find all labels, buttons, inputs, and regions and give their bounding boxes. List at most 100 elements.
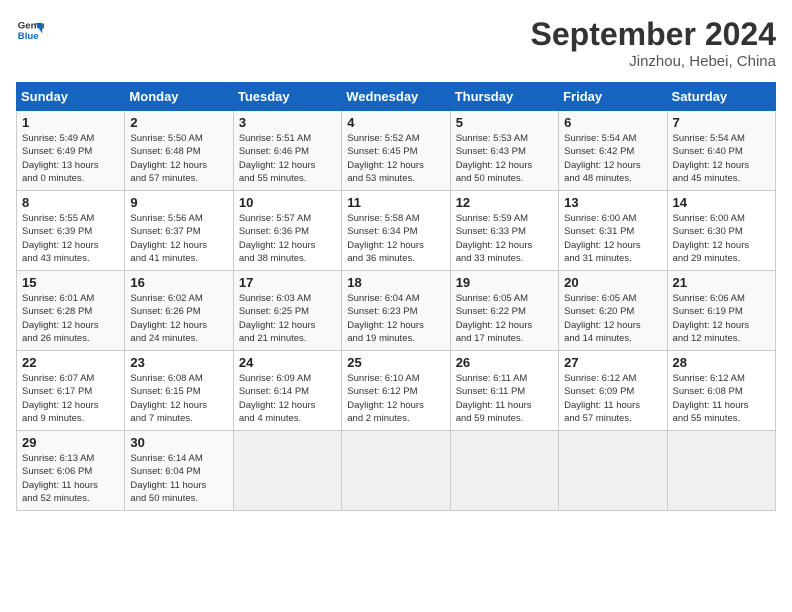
- calendar-cell: 8 Sunrise: 5:55 AM Sunset: 6:39 PM Daylig…: [17, 191, 125, 271]
- day-number: 5: [456, 115, 553, 130]
- day-info: Sunrise: 6:05 AM Sunset: 6:20 PM Dayligh…: [564, 292, 661, 345]
- calendar-body: 1 Sunrise: 5:49 AM Sunset: 6:49 PM Daylig…: [17, 111, 776, 511]
- day-number: 14: [673, 195, 770, 210]
- day-number: 19: [456, 275, 553, 290]
- calendar-cell: 22Sunrise: 6:07 AM Sunset: 6:17 PM Dayli…: [17, 351, 125, 431]
- day-number: 22: [22, 355, 119, 370]
- calendar-cell: 24 Sunrise: 6:09 AM Sunset: 6:14 PM Dayli…: [233, 351, 341, 431]
- day-number: 12: [456, 195, 553, 210]
- day-info: Sunrise: 6:12 AM Sunset: 6:09 PM Dayligh…: [564, 372, 661, 425]
- day-info: Sunrise: 6:00 AM Sunset: 6:30 PM Dayligh…: [673, 212, 770, 265]
- day-info: Sunrise: 6:02 AM Sunset: 6:26 PM Dayligh…: [130, 292, 227, 345]
- day-number: 24: [239, 355, 336, 370]
- day-number: 25: [347, 355, 444, 370]
- day-number: 7: [673, 115, 770, 130]
- calendar-cell: 27 Sunrise: 6:12 AM Sunset: 6:09 PM Dayli…: [559, 351, 667, 431]
- location-title: Jinzhou, Hebei, China: [531, 53, 776, 70]
- day-info: Sunrise: 5:49 AM Sunset: 6:49 PM Dayligh…: [22, 132, 119, 185]
- day-number: 29: [22, 435, 119, 450]
- day-number: 23: [130, 355, 227, 370]
- calendar-cell: [233, 431, 341, 511]
- day-number: 20: [564, 275, 661, 290]
- day-info: Sunrise: 5:58 AM Sunset: 6:34 PM Dayligh…: [347, 212, 444, 265]
- calendar-cell: 28 Sunrise: 6:12 AM Sunset: 6:08 PM Dayli…: [667, 351, 775, 431]
- day-number: 9: [130, 195, 227, 210]
- day-number: 6: [564, 115, 661, 130]
- week-row-4: 22Sunrise: 6:07 AM Sunset: 6:17 PM Dayli…: [17, 351, 776, 431]
- calendar-cell: [342, 431, 450, 511]
- calendar-cell: 10Sunrise: 5:57 AM Sunset: 6:36 PM Dayli…: [233, 191, 341, 271]
- week-row-2: 8 Sunrise: 5:55 AM Sunset: 6:39 PM Daylig…: [17, 191, 776, 271]
- calendar-cell: 4 Sunrise: 5:52 AM Sunset: 6:45 PM Daylig…: [342, 111, 450, 191]
- day-info: Sunrise: 6:08 AM Sunset: 6:15 PM Dayligh…: [130, 372, 227, 425]
- day-info: Sunrise: 6:03 AM Sunset: 6:25 PM Dayligh…: [239, 292, 336, 345]
- day-info: Sunrise: 5:54 AM Sunset: 6:42 PM Dayligh…: [564, 132, 661, 185]
- day-number: 28: [673, 355, 770, 370]
- calendar-cell: 18Sunrise: 6:04 AM Sunset: 6:23 PM Dayli…: [342, 271, 450, 351]
- day-info: Sunrise: 5:56 AM Sunset: 6:37 PM Dayligh…: [130, 212, 227, 265]
- day-number: 27: [564, 355, 661, 370]
- calendar-cell: [450, 431, 558, 511]
- day-number: 18: [347, 275, 444, 290]
- month-title: September 2024: [531, 16, 776, 53]
- day-number: 1: [22, 115, 119, 130]
- svg-text:Blue: Blue: [18, 31, 39, 42]
- day-info: Sunrise: 6:11 AM Sunset: 6:11 PM Dayligh…: [456, 372, 553, 425]
- calendar-cell: 14 Sunrise: 6:00 AM Sunset: 6:30 PM Dayli…: [667, 191, 775, 271]
- calendar-cell: 29Sunrise: 6:13 AM Sunset: 6:06 PM Dayli…: [17, 431, 125, 511]
- calendar-cell: 7 Sunrise: 5:54 AM Sunset: 6:40 PM Daylig…: [667, 111, 775, 191]
- calendar-cell: 19 Sunrise: 6:05 AM Sunset: 6:22 PM Dayli…: [450, 271, 558, 351]
- calendar-cell: 5 Sunrise: 5:53 AM Sunset: 6:43 PM Daylig…: [450, 111, 558, 191]
- logo-icon: General Blue: [16, 16, 44, 44]
- day-info: Sunrise: 6:12 AM Sunset: 6:08 PM Dayligh…: [673, 372, 770, 425]
- day-info: Sunrise: 5:52 AM Sunset: 6:45 PM Dayligh…: [347, 132, 444, 185]
- week-row-5: 29Sunrise: 6:13 AM Sunset: 6:06 PM Dayli…: [17, 431, 776, 511]
- day-info: Sunrise: 6:09 AM Sunset: 6:14 PM Dayligh…: [239, 372, 336, 425]
- day-info: Sunrise: 5:55 AM Sunset: 6:39 PM Dayligh…: [22, 212, 119, 265]
- day-info: Sunrise: 5:50 AM Sunset: 6:48 PM Dayligh…: [130, 132, 227, 185]
- calendar-cell: [667, 431, 775, 511]
- calendar-cell: 11 Sunrise: 5:58 AM Sunset: 6:34 PM Dayli…: [342, 191, 450, 271]
- day-info: Sunrise: 6:06 AM Sunset: 6:19 PM Dayligh…: [673, 292, 770, 345]
- day-info: Sunrise: 6:00 AM Sunset: 6:31 PM Dayligh…: [564, 212, 661, 265]
- week-row-1: 1 Sunrise: 5:49 AM Sunset: 6:49 PM Daylig…: [17, 111, 776, 191]
- calendar-cell: 20 Sunrise: 6:05 AM Sunset: 6:20 PM Dayli…: [559, 271, 667, 351]
- weekday-header-friday: Friday: [559, 83, 667, 111]
- calendar-cell: 12Sunrise: 5:59 AM Sunset: 6:33 PM Dayli…: [450, 191, 558, 271]
- calendar-cell: 3 Sunrise: 5:51 AM Sunset: 6:46 PM Daylig…: [233, 111, 341, 191]
- weekday-header-tuesday: Tuesday: [233, 83, 341, 111]
- calendar-cell: 21Sunrise: 6:06 AM Sunset: 6:19 PM Dayli…: [667, 271, 775, 351]
- day-number: 2: [130, 115, 227, 130]
- calendar-cell: 17Sunrise: 6:03 AM Sunset: 6:25 PM Dayli…: [233, 271, 341, 351]
- calendar-cell: 9 Sunrise: 5:56 AM Sunset: 6:37 PM Daylig…: [125, 191, 233, 271]
- day-number: 4: [347, 115, 444, 130]
- day-info: Sunrise: 5:54 AM Sunset: 6:40 PM Dayligh…: [673, 132, 770, 185]
- calendar-cell: 13 Sunrise: 6:00 AM Sunset: 6:31 PM Dayli…: [559, 191, 667, 271]
- weekday-header-saturday: Saturday: [667, 83, 775, 111]
- weekday-header-row: SundayMondayTuesdayWednesdayThursdayFrid…: [17, 83, 776, 111]
- calendar-cell: 1 Sunrise: 5:49 AM Sunset: 6:49 PM Daylig…: [17, 111, 125, 191]
- day-info: Sunrise: 6:01 AM Sunset: 6:28 PM Dayligh…: [22, 292, 119, 345]
- calendar-cell: 2 Sunrise: 5:50 AM Sunset: 6:48 PM Daylig…: [125, 111, 233, 191]
- day-number: 8: [22, 195, 119, 210]
- day-info: Sunrise: 6:05 AM Sunset: 6:22 PM Dayligh…: [456, 292, 553, 345]
- day-number: 16: [130, 275, 227, 290]
- day-info: Sunrise: 5:51 AM Sunset: 6:46 PM Dayligh…: [239, 132, 336, 185]
- weekday-header-monday: Monday: [125, 83, 233, 111]
- day-info: Sunrise: 6:10 AM Sunset: 6:12 PM Dayligh…: [347, 372, 444, 425]
- page-header: General Blue September 2024 Jinzhou, Heb…: [16, 16, 776, 70]
- calendar-cell: [559, 431, 667, 511]
- calendar-cell: 23 Sunrise: 6:08 AM Sunset: 6:15 PM Dayli…: [125, 351, 233, 431]
- day-number: 13: [564, 195, 661, 210]
- calendar-cell: 16 Sunrise: 6:02 AM Sunset: 6:26 PM Dayli…: [125, 271, 233, 351]
- day-number: 11: [347, 195, 444, 210]
- day-number: 26: [456, 355, 553, 370]
- day-number: 30: [130, 435, 227, 450]
- calendar-cell: 15 Sunrise: 6:01 AM Sunset: 6:28 PM Dayli…: [17, 271, 125, 351]
- logo: General Blue: [16, 16, 44, 44]
- day-number: 3: [239, 115, 336, 130]
- day-info: Sunrise: 5:53 AM Sunset: 6:43 PM Dayligh…: [456, 132, 553, 185]
- calendar-cell: 26 Sunrise: 6:11 AM Sunset: 6:11 PM Dayli…: [450, 351, 558, 431]
- week-row-3: 15 Sunrise: 6:01 AM Sunset: 6:28 PM Dayli…: [17, 271, 776, 351]
- day-number: 15: [22, 275, 119, 290]
